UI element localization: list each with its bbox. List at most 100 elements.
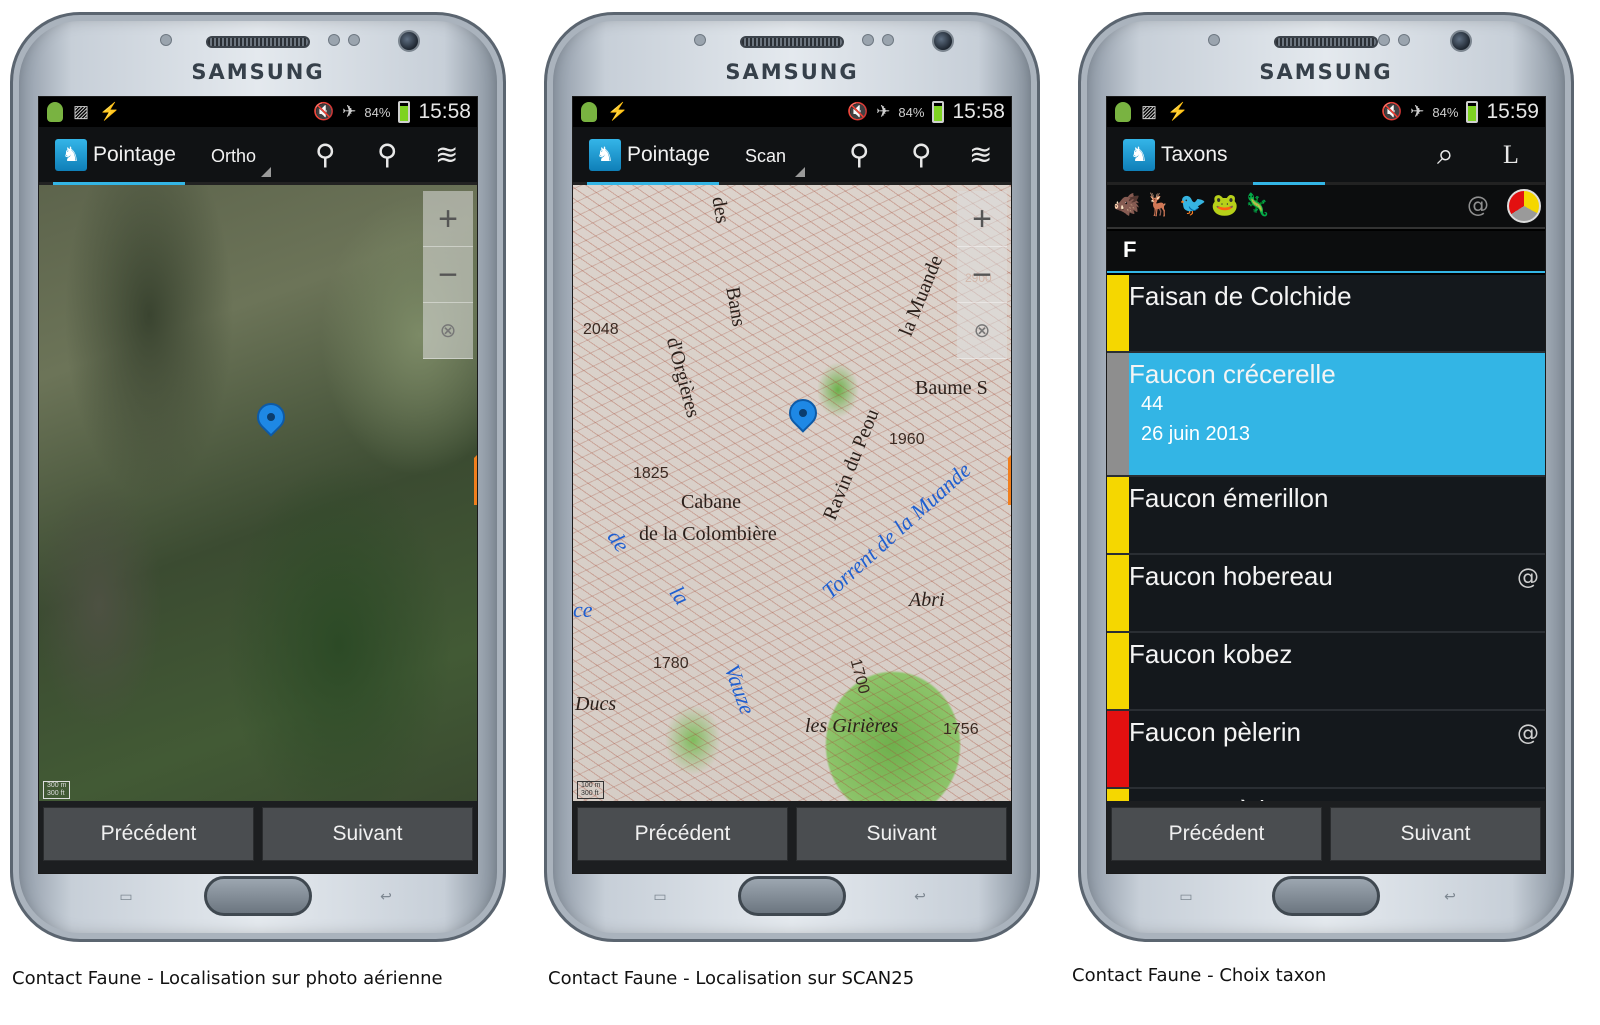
scale-metric: 100 m bbox=[581, 782, 601, 789]
list-item[interactable]: Faucon hobereau @ bbox=[1107, 555, 1545, 633]
map-pin-outline-icon[interactable]: ⚲ bbox=[911, 139, 932, 171]
map-type-spinner[interactable]: Ortho bbox=[211, 146, 256, 167]
status-color-bar bbox=[1107, 555, 1129, 631]
reptile-filter-icon[interactable]: 🦎 bbox=[1243, 193, 1270, 219]
previous-button[interactable]: Précédent bbox=[1111, 807, 1322, 861]
menu-key-icon[interactable]: ▭ bbox=[1174, 890, 1198, 904]
map-label: 1756 bbox=[943, 721, 979, 738]
list-item[interactable]: Faucon kobez bbox=[1107, 633, 1545, 711]
earpiece-speaker bbox=[1274, 36, 1378, 48]
list-item[interactable]: Faucon pèlerin @ bbox=[1107, 711, 1545, 789]
screen: ▨ ⚡ 🔇 ✈ 84% 15:58 ♞ Pointage Ortho ⚲ ⚲ ≋… bbox=[38, 96, 478, 874]
zoom-controls: + − ⊗ bbox=[957, 191, 1007, 359]
spinner-arrow-icon bbox=[795, 167, 805, 177]
battery-percent: 84% bbox=[1432, 104, 1459, 120]
zoom-out-button[interactable]: − bbox=[423, 247, 473, 303]
mammal-filter-icon[interactable]: 🐗 bbox=[1113, 193, 1140, 219]
status-color-bar bbox=[1107, 275, 1129, 351]
battery-icon bbox=[398, 101, 411, 123]
previous-button[interactable]: Précédent bbox=[577, 807, 788, 861]
scale-imperial: 300 ft bbox=[581, 790, 599, 797]
map-view[interactable]: + − ⊗ 300 m 300 ft bbox=[39, 185, 477, 803]
screen: ▨ ⚡ 🔇 ✈ 84% 15:59 ♞ Taxons ⌕ L 🐗 🦌 🐦 🐸 🦎 bbox=[1106, 96, 1546, 874]
back-key-icon[interactable]: ↩ bbox=[1438, 890, 1462, 904]
earpiece-speaker bbox=[206, 36, 310, 48]
map-view[interactable]: 2048 d'Orgières Bans des Ravin du Peou l… bbox=[573, 185, 1011, 803]
airplane-icon: ✈ bbox=[1410, 102, 1425, 121]
river-label: Vauze bbox=[719, 661, 761, 718]
spiral-icon: @ bbox=[1517, 721, 1539, 746]
status-bar: ▨ ⚡ 🔇 ✈ 84% 15:59 bbox=[1107, 97, 1545, 127]
mute-icon: 🔇 bbox=[312, 102, 335, 121]
menu-key-icon[interactable]: ▭ bbox=[114, 890, 138, 904]
zoom-in-button[interactable]: + bbox=[423, 191, 473, 247]
list-item-selected[interactable]: Faucon crécerelle 44 26 juin 2013 bbox=[1107, 353, 1545, 477]
map-pin-outline-icon[interactable]: ⚲ bbox=[377, 139, 398, 171]
zoom-controls: + − ⊗ bbox=[423, 191, 473, 359]
app-icon[interactable]: ♞ bbox=[1123, 139, 1155, 171]
status-bar: ▨ ⚡ 🔇 ✈ 84% 15:58 bbox=[39, 97, 477, 127]
home-button[interactable] bbox=[738, 876, 846, 916]
scale-metric: 300 m bbox=[47, 782, 67, 789]
home-button[interactable] bbox=[1272, 876, 1380, 916]
layers-icon[interactable]: ≋ bbox=[969, 139, 992, 171]
zoom-in-button[interactable]: + bbox=[957, 191, 1007, 247]
index-letter-button[interactable]: L bbox=[1503, 139, 1519, 171]
bird-filter-icon[interactable]: 🐦 bbox=[1179, 193, 1206, 219]
layers-icon[interactable]: ≋ bbox=[435, 139, 458, 171]
sensor-dot bbox=[160, 34, 172, 46]
phone-ortho: SAMSUNG ▨ ⚡ 🔇 ✈ 84% 15:58 ♞ Pointage Ort… bbox=[10, 12, 506, 942]
sensor-dot bbox=[1208, 34, 1220, 46]
battery-icon bbox=[1466, 101, 1479, 123]
map-label: 2048 bbox=[583, 321, 619, 338]
back-key-icon[interactable]: ↩ bbox=[374, 890, 398, 904]
scale-bar: 300 m 300 ft bbox=[43, 781, 71, 799]
map-label: Ducs bbox=[575, 693, 617, 715]
brand-logo: SAMSUNG bbox=[1259, 60, 1393, 84]
map-pin-icon[interactable]: ⚲ bbox=[849, 139, 870, 171]
scale-imperial: 300 ft bbox=[47, 790, 65, 797]
next-button[interactable]: Suivant bbox=[1330, 807, 1541, 861]
location-marker-icon[interactable] bbox=[783, 393, 823, 439]
map-pin-icon[interactable]: ⚲ bbox=[315, 139, 336, 171]
next-button[interactable]: Suivant bbox=[796, 807, 1007, 861]
next-button[interactable]: Suivant bbox=[262, 807, 473, 861]
clock: 15:58 bbox=[952, 100, 1005, 123]
location-marker-icon[interactable] bbox=[251, 397, 291, 443]
sensor-dot bbox=[694, 34, 706, 46]
image-icon: ▨ bbox=[1141, 102, 1158, 121]
action-bar: ♞ Pointage Scan ⚲ ⚲ ≋ bbox=[573, 127, 1011, 185]
search-icon[interactable]: ⌕ bbox=[1437, 139, 1454, 171]
zoom-out-button[interactable]: − bbox=[957, 247, 1007, 303]
sensor-dot bbox=[328, 34, 340, 46]
status-pie-icon[interactable] bbox=[1507, 189, 1541, 223]
previous-button[interactable]: Précédent bbox=[43, 807, 254, 861]
map-label: d'Orgières bbox=[661, 335, 705, 421]
action-bar: ♞ Taxons ⌕ L bbox=[1107, 127, 1545, 185]
last-observation-date: 26 juin 2013 bbox=[1141, 423, 1250, 445]
map-type-spinner[interactable]: Scan bbox=[745, 146, 786, 167]
locate-button[interactable]: ⊗ bbox=[957, 303, 1007, 359]
map-label: Abri bbox=[909, 589, 945, 611]
app-icon[interactable]: ♞ bbox=[55, 139, 87, 171]
back-key-icon[interactable]: ↩ bbox=[908, 890, 932, 904]
amphibian-filter-icon[interactable]: 🐸 bbox=[1211, 193, 1238, 219]
app-icon[interactable]: ♞ bbox=[589, 139, 621, 171]
river-label: de bbox=[602, 525, 635, 557]
list-item[interactable]: Faisan de Colchide bbox=[1107, 275, 1545, 353]
map-label: Bans bbox=[721, 285, 750, 329]
menu-key-icon[interactable]: ▭ bbox=[648, 890, 672, 904]
taxon-name: Faisan de Colchide bbox=[1129, 281, 1352, 311]
screen: ⚡ 🔇 ✈ 84% 15:58 ♞ Pointage Scan ⚲ ⚲ ≋ 20… bbox=[572, 96, 1012, 874]
android-icon bbox=[47, 102, 63, 122]
nav-bar: Précédent Suivant bbox=[573, 801, 1011, 873]
ungulate-filter-icon[interactable]: 🦌 bbox=[1145, 193, 1172, 219]
section-letter: F bbox=[1123, 237, 1137, 262]
status-bar: ⚡ 🔇 ✈ 84% 15:58 bbox=[573, 97, 1011, 127]
list-item[interactable]: Faucon émerillon bbox=[1107, 477, 1545, 555]
home-button[interactable] bbox=[204, 876, 312, 916]
brand-logo: SAMSUNG bbox=[725, 60, 859, 84]
phone-taxa: SAMSUNG ▨ ⚡ 🔇 ✈ 84% 15:59 ♞ Taxons ⌕ L 🐗… bbox=[1078, 12, 1574, 942]
spiral-filter-icon[interactable]: @ bbox=[1467, 193, 1489, 219]
locate-button[interactable]: ⊗ bbox=[423, 303, 473, 359]
